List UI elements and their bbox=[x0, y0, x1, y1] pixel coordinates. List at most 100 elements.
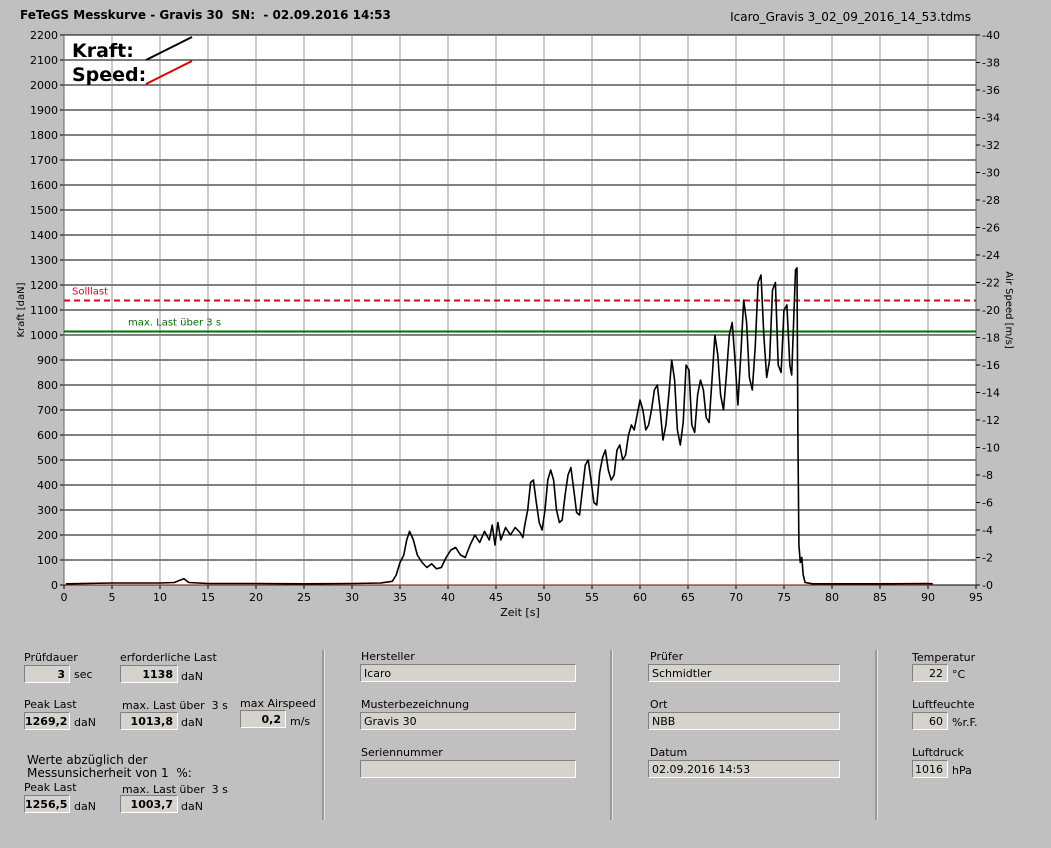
max-airspeed-label: max Airspeed bbox=[240, 697, 316, 710]
x-tick-label: 75 bbox=[777, 591, 791, 604]
y-tick-label: 2000 bbox=[30, 79, 58, 92]
chart-title: FeTeGS Messkurve - Gravis 30 SN: - 02.09… bbox=[20, 8, 391, 22]
y2-tick-label: -32 bbox=[982, 139, 1000, 152]
file-name: Icaro_Gravis 3_02_09_2016_14_53.tdms bbox=[730, 10, 971, 24]
luftdruck-value: 1016 bbox=[912, 760, 948, 778]
x-tick-label: 30 bbox=[345, 591, 359, 604]
y2-tick-label: -28 bbox=[982, 194, 1000, 207]
y-tick-label: 200 bbox=[37, 529, 58, 542]
max-airspeed-value: 0,2 bbox=[240, 710, 286, 728]
max-airspeed-unit: m/s bbox=[290, 715, 311, 728]
peak-last-label: Peak Last bbox=[24, 698, 77, 711]
x-tick-label: 70 bbox=[729, 591, 743, 604]
y-tick-label: 300 bbox=[37, 504, 58, 517]
y-tick-label: 1300 bbox=[30, 254, 58, 267]
werte-note: Werte abzüglich der Messunsicherheit von… bbox=[27, 753, 192, 780]
panel-divider-2 bbox=[610, 650, 613, 820]
max-last-label: max. Last über 3 s bbox=[122, 699, 228, 712]
x-tick-label: 80 bbox=[825, 591, 839, 604]
luftdruck-unit: hPa bbox=[952, 764, 972, 777]
y2-tick-label: -24 bbox=[982, 249, 1000, 262]
erf-last-value: 1138 bbox=[120, 665, 178, 683]
y2-tick-label: -14 bbox=[982, 387, 1000, 400]
ort-field[interactable]: NBB bbox=[648, 712, 840, 730]
x-tick-label: 45 bbox=[489, 591, 503, 604]
x-tick-label: 95 bbox=[969, 591, 983, 604]
y-tick-label: 800 bbox=[37, 379, 58, 392]
y-tick-label: 1100 bbox=[30, 304, 58, 317]
measurement-chart: 0100200300400500600700800900100011001200… bbox=[16, 29, 1014, 619]
y2-tick-label: -20 bbox=[982, 304, 1000, 317]
seriennummer-label: Seriennummer bbox=[361, 746, 443, 759]
x-tick-label: 60 bbox=[633, 591, 647, 604]
pruefdauer-unit: sec bbox=[74, 668, 93, 681]
luftdruck-label: Luftdruck bbox=[912, 746, 964, 759]
y-tick-label: 600 bbox=[37, 429, 58, 442]
y-tick-label: 2200 bbox=[30, 29, 58, 42]
y-tick-label: 1900 bbox=[30, 104, 58, 117]
y2-tick-label: -22 bbox=[982, 277, 1000, 290]
y-tick-label: 1400 bbox=[30, 229, 58, 242]
max-last2-value: 1003,7 bbox=[120, 795, 178, 813]
y-tick-label: 0 bbox=[51, 579, 58, 592]
y-tick-label: 1800 bbox=[30, 129, 58, 142]
y-tick-label: 1600 bbox=[30, 179, 58, 192]
y2-tick-label: -18 bbox=[982, 332, 1000, 345]
hersteller-label: Hersteller bbox=[361, 650, 415, 663]
max-last-unit: daN bbox=[181, 716, 203, 729]
y2-tick-label: -34 bbox=[982, 112, 1000, 125]
musterbezeichnung-field[interactable]: Gravis 30 bbox=[360, 712, 576, 730]
x-tick-label: 10 bbox=[153, 591, 167, 604]
x-tick-label: 85 bbox=[873, 591, 887, 604]
hersteller-field[interactable]: Icaro bbox=[360, 664, 576, 682]
x-tick-label: 15 bbox=[201, 591, 215, 604]
y-tick-label: 1000 bbox=[30, 329, 58, 342]
luftfeuchte-unit: %r.F. bbox=[952, 716, 978, 729]
y-tick-label: 500 bbox=[37, 454, 58, 467]
reference-line-label: max. Last über 3 s bbox=[128, 318, 221, 329]
x-tick-label: 90 bbox=[921, 591, 935, 604]
luftfeuchte-label: Luftfeuchte bbox=[912, 698, 975, 711]
temperatur-label: Temperatur bbox=[912, 651, 976, 664]
erf-last-label: erforderliche Last bbox=[120, 651, 217, 664]
y-tick-label: 400 bbox=[37, 479, 58, 492]
datum-label: Datum bbox=[650, 746, 688, 759]
y2-tick-label: -10 bbox=[982, 442, 1000, 455]
y-tick-label: 2100 bbox=[30, 54, 58, 67]
max-last-value: 1013,8 bbox=[120, 712, 178, 730]
y2-axis-label: Air Speed [m/s] bbox=[1003, 271, 1014, 349]
x-tick-label: 40 bbox=[441, 591, 455, 604]
datum-field[interactable]: 02.09.2016 14:53 bbox=[648, 760, 840, 778]
y2-tick-label: -36 bbox=[982, 84, 1000, 97]
y2-tick-label: -38 bbox=[982, 57, 1000, 70]
y-axis-label: Kraft [daN] bbox=[16, 282, 27, 337]
x-tick-label: 25 bbox=[297, 591, 311, 604]
y-tick-label: 100 bbox=[37, 554, 58, 567]
temperatur-unit: °C bbox=[952, 668, 966, 681]
legend-label: Kraft: bbox=[72, 40, 134, 62]
y-tick-label: 900 bbox=[37, 354, 58, 367]
y2-tick-label: -0 bbox=[982, 579, 993, 592]
pruefer-field[interactable]: Schmidtler bbox=[648, 664, 840, 682]
seriennummer-field[interactable] bbox=[360, 760, 576, 778]
x-tick-label: 5 bbox=[109, 591, 116, 604]
reference-line-label: Solllast bbox=[72, 287, 108, 298]
musterbezeichnung-label: Musterbezeichnung bbox=[361, 698, 470, 711]
x-axis-label: Zeit [s] bbox=[500, 606, 539, 619]
y2-tick-label: -12 bbox=[982, 414, 1000, 427]
x-tick-label: 35 bbox=[393, 591, 407, 604]
y2-tick-label: -4 bbox=[982, 524, 993, 537]
y-tick-label: 700 bbox=[37, 404, 58, 417]
y2-tick-label: -30 bbox=[982, 167, 1000, 180]
x-tick-label: 50 bbox=[537, 591, 551, 604]
max-last2-unit: daN bbox=[181, 800, 203, 813]
pruefer-label: Prüfer bbox=[650, 650, 684, 663]
y-tick-label: 1500 bbox=[30, 204, 58, 217]
erf-last-unit: daN bbox=[181, 670, 203, 683]
luftfeuchte-value: 60 bbox=[912, 712, 948, 730]
x-tick-label: 0 bbox=[61, 591, 68, 604]
panel-divider-3 bbox=[875, 650, 878, 820]
peak-last2-label: Peak Last bbox=[24, 781, 77, 794]
panel-divider-1 bbox=[322, 650, 325, 820]
legend-label: Speed: bbox=[72, 64, 146, 86]
